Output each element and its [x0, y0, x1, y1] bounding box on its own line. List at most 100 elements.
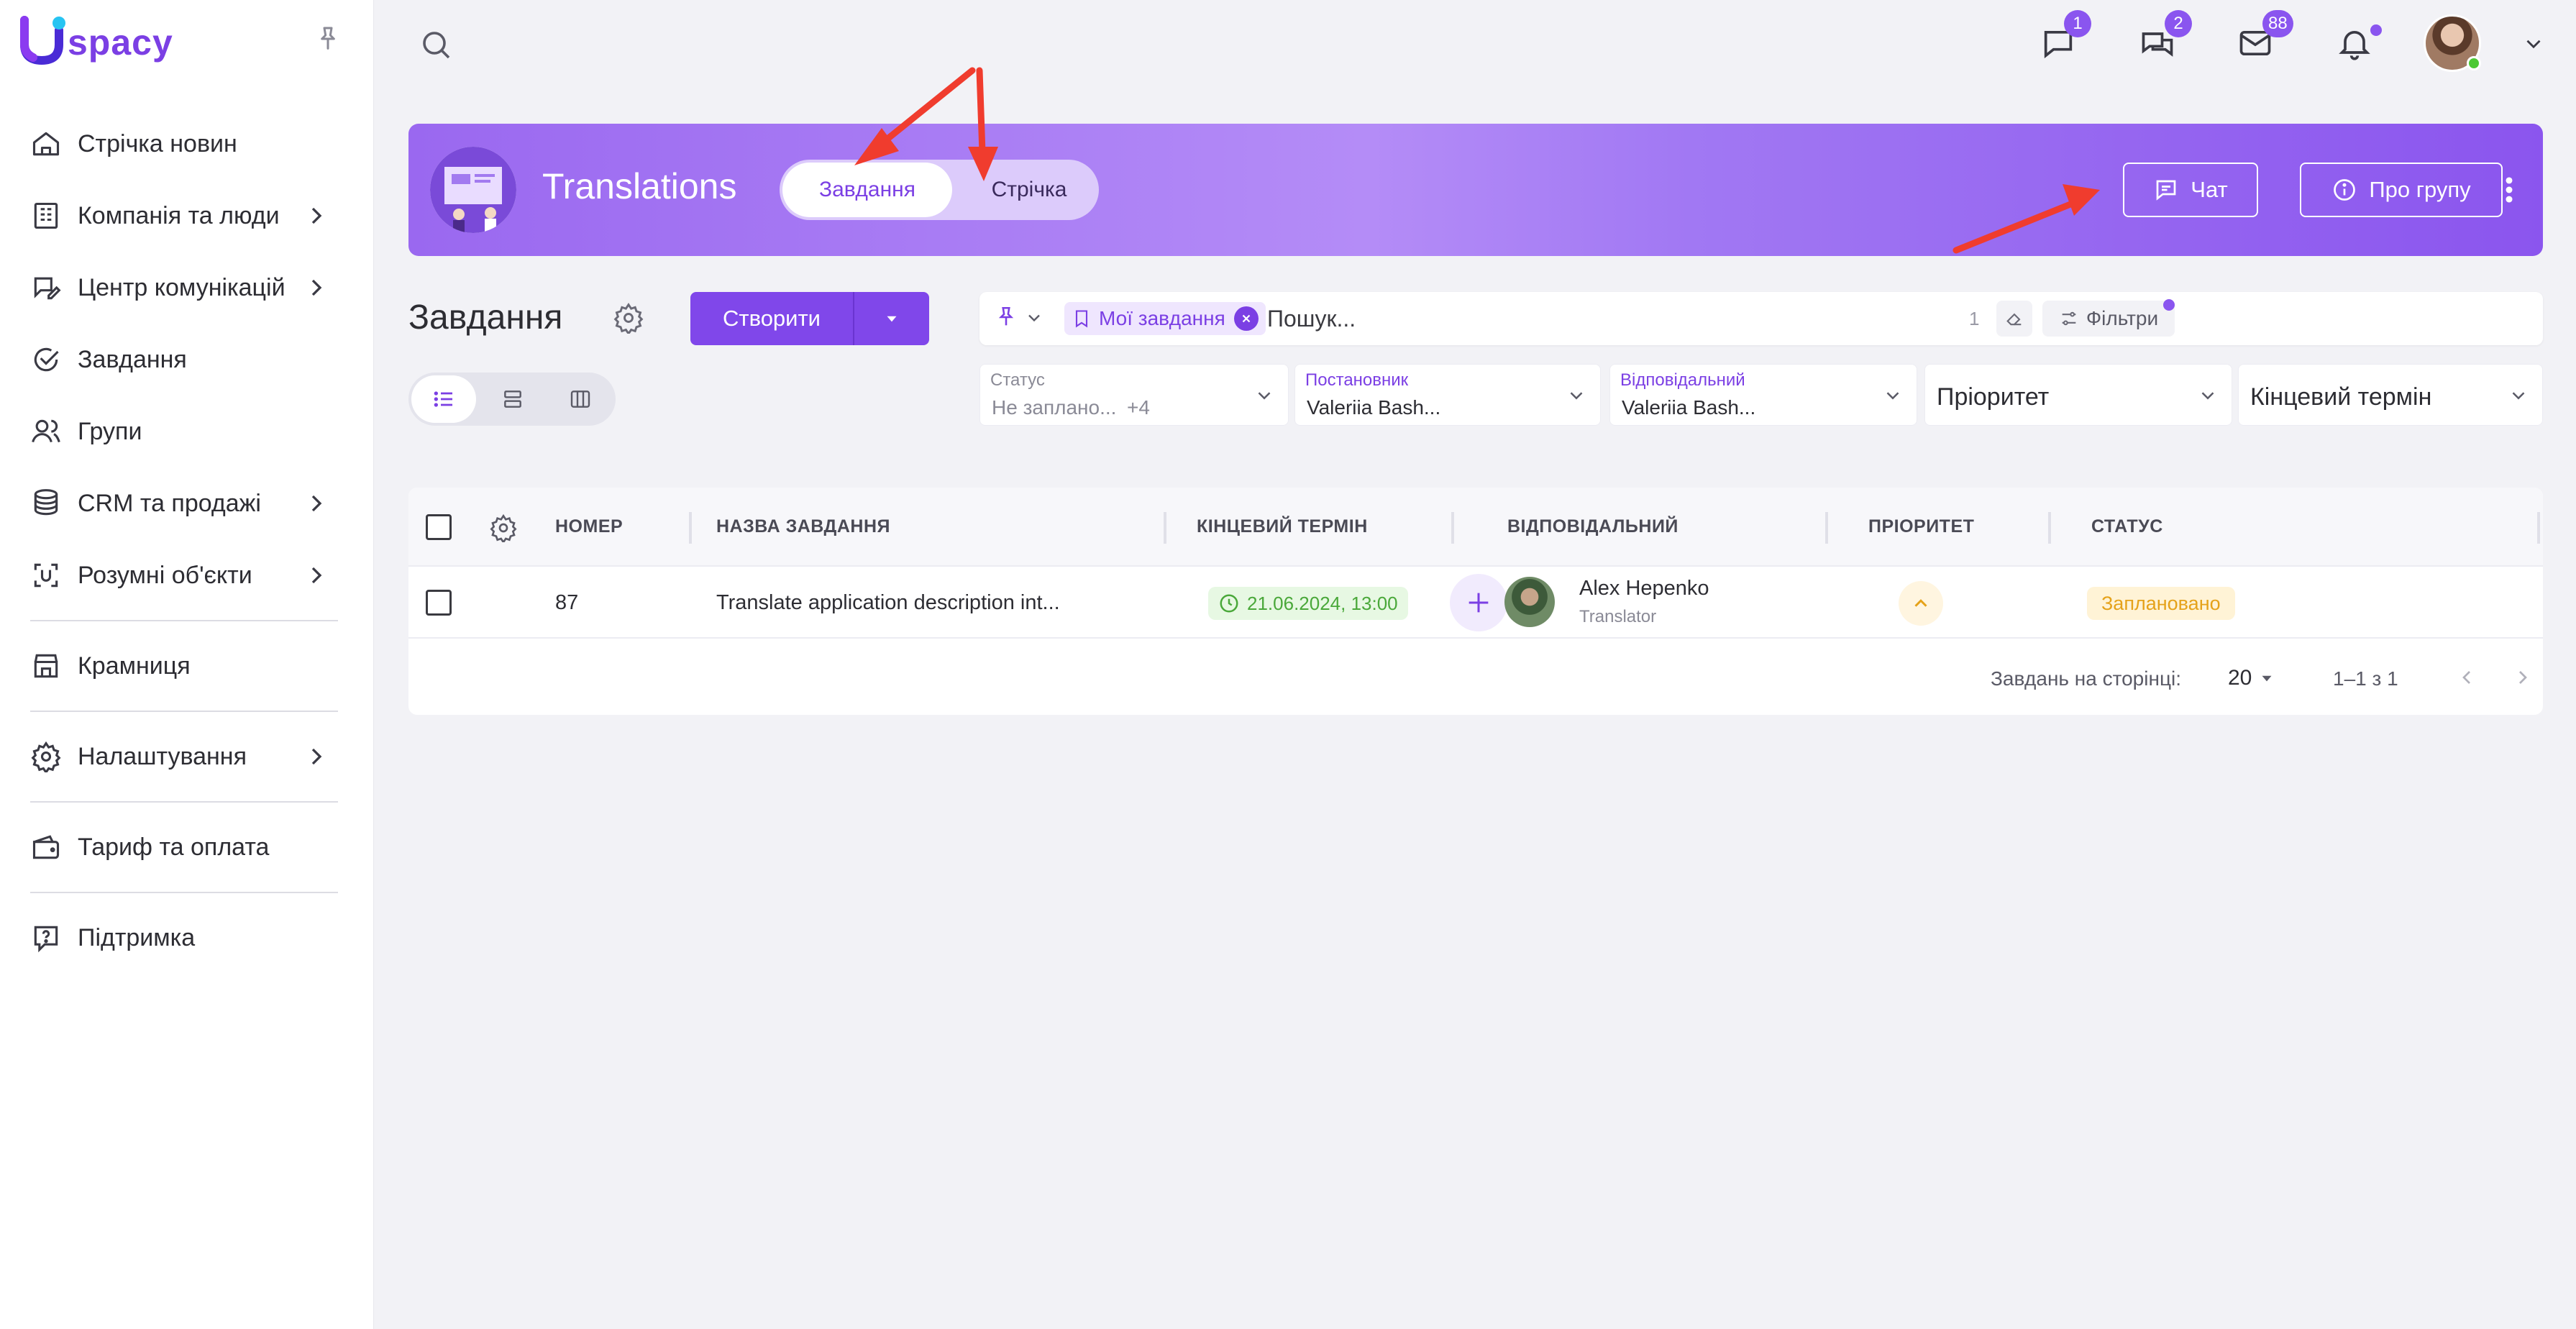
deadline-badge[interactable]: 21.06.2024, 13:00 — [1208, 587, 1408, 620]
column-divider[interactable] — [689, 512, 692, 544]
table-row[interactable]: 87 Translate application description int… — [408, 567, 2543, 639]
header-number[interactable]: НОМЕР — [555, 516, 623, 537]
add-participant-button[interactable] — [1450, 574, 1507, 631]
priority-indicator[interactable] — [1899, 581, 1943, 626]
prev-page-button[interactable] — [2451, 662, 2483, 693]
list-view-button[interactable] — [411, 375, 476, 423]
kanban-view-button[interactable] — [548, 375, 613, 423]
sidebar-item-crm[interactable]: CRM та продажі — [0, 467, 374, 539]
chip-label: Мої завдання — [1099, 307, 1225, 329]
deadline-filter-label: Кінцевий термін — [2250, 383, 2432, 411]
sidebar-item-tasks[interactable]: Завдання — [0, 324, 374, 396]
pin-icon[interactable] — [994, 305, 1018, 329]
sidebar-item-label: Центр комунікацій — [78, 273, 286, 301]
clear-filters-button[interactable] — [1996, 301, 2032, 337]
notifications-dot — [2370, 24, 2382, 36]
sidebar-nav: Стрічка новин Компанія та люди Центр ком… — [0, 108, 374, 974]
logo-text: spacy — [68, 22, 173, 63]
sidebar-item-groups[interactable]: Групи — [0, 396, 374, 467]
status-badge[interactable]: Заплановано — [2087, 587, 2235, 620]
header-status[interactable]: СТАТУС — [2091, 516, 2163, 537]
sidebar-item-store[interactable]: Крамниця — [0, 630, 374, 702]
chevron-right-icon — [2519, 671, 2527, 684]
task-search-bar: Мої завдання 1 Фільтри — [979, 292, 2543, 345]
create-button-label[interactable]: Створити — [690, 292, 854, 345]
sidebar-item-settings[interactable]: Налаштування — [0, 721, 374, 793]
assignee-filter[interactable]: Відповідальний Valeriia Bash... — [1609, 364, 1917, 426]
cards-view-button[interactable] — [480, 375, 545, 423]
pin-sidebar-icon[interactable] — [314, 24, 342, 53]
tab-tasks[interactable]: Завдання — [782, 163, 952, 217]
assignee-avatar[interactable] — [1504, 577, 1555, 627]
author-filter[interactable]: Постановник Valeriia Bash... — [1294, 364, 1601, 426]
tab-feed[interactable]: Стрічка — [968, 163, 1090, 217]
chevron-down-icon — [2512, 392, 2525, 400]
assignee-filter-label: Відповідальний — [1620, 370, 1745, 390]
info-icon — [2334, 179, 2356, 201]
chat-icon — [2156, 180, 2176, 201]
gear-icon — [31, 741, 61, 772]
logo-mark-icon — [20, 16, 66, 66]
per-page-label: Завдань на сторінці: — [1991, 667, 2181, 690]
sidebar-item-billing[interactable]: Тариф та оплата — [0, 811, 374, 883]
column-settings-icon[interactable] — [489, 513, 518, 542]
sidebar: spacy Стрічка новин Компанія та люди Цен… — [0, 0, 374, 1329]
bell-icon[interactable] — [2336, 24, 2373, 62]
my-tasks-chip[interactable]: Мої завдання — [1064, 302, 1266, 335]
chevron-right-icon — [311, 748, 322, 765]
status-filter[interactable]: Статус Не заплано... +4 — [979, 364, 1289, 426]
sidebar-item-communications[interactable]: Центр комунікацій — [0, 252, 374, 324]
filters-label: Фільтри — [2086, 307, 2159, 329]
sidebar-divider — [30, 711, 338, 712]
chip-remove-button[interactable] — [1233, 306, 1259, 331]
search-icon[interactable] — [419, 27, 453, 62]
chevron-down-icon — [1570, 392, 1583, 400]
chevron-right-icon — [311, 279, 322, 296]
task-name[interactable]: Translate application description int... — [716, 591, 1060, 615]
deadline-filter[interactable]: Кінцевий термін — [2238, 364, 2543, 426]
row-checkbox[interactable] — [426, 590, 452, 616]
about-group-button[interactable]: Про групу — [2300, 163, 2503, 217]
per-page-value: 20 — [2228, 666, 2252, 690]
group-banner: Translations Завдання Стрічка Чат Про гр… — [408, 124, 2543, 256]
create-dropdown-button[interactable] — [854, 292, 929, 345]
column-divider[interactable] — [2537, 512, 2540, 544]
sidebar-item-label: Компанія та люди — [78, 201, 280, 229]
sidebar-item-support[interactable]: Підтримка — [0, 902, 374, 974]
sidebar-divider — [30, 801, 338, 803]
column-divider[interactable] — [2048, 512, 2051, 544]
column-divider[interactable] — [1451, 512, 1454, 544]
chevron-left-icon — [2462, 671, 2470, 684]
next-page-button[interactable] — [2507, 662, 2539, 693]
header-priority[interactable]: ПРІОРИТЕТ — [1868, 516, 1974, 537]
sidebar-item-news-feed[interactable]: Стрічка новин — [0, 108, 374, 180]
sidebar-item-smart-objects[interactable]: Розумні об'єкти — [0, 539, 374, 611]
header-deadline[interactable]: КІНЦЕВИЙ ТЕРМІН — [1197, 516, 1368, 537]
per-page-select[interactable]: 20 — [2228, 666, 2276, 690]
caret-down-icon — [887, 316, 897, 322]
chevron-down-icon[interactable] — [1024, 308, 1044, 328]
status-filter-extra: +4 — [1127, 396, 1150, 419]
create-button[interactable]: Створити — [690, 292, 929, 345]
more-vertical-icon[interactable] — [2498, 170, 2520, 210]
priority-filter[interactable]: Пріоритет — [1924, 364, 2232, 426]
header-assignee[interactable]: ВІДПОВІДАЛЬНИЙ — [1507, 516, 1678, 537]
sidebar-item-company[interactable]: Компанія та люди — [0, 180, 374, 252]
header-task-name[interactable]: НАЗВА ЗАВДАННЯ — [716, 516, 890, 537]
select-all-checkbox[interactable] — [426, 514, 452, 540]
filters-button[interactable]: Фільтри — [2042, 299, 2175, 337]
column-divider[interactable] — [1825, 512, 1828, 544]
chat-button-label: Чат — [2191, 177, 2228, 202]
chevron-right-icon — [311, 207, 322, 224]
building-icon — [34, 202, 58, 229]
gear-icon[interactable] — [613, 302, 644, 334]
logo[interactable]: spacy — [20, 16, 173, 66]
close-icon — [1242, 314, 1251, 323]
sidebar-item-label: Групи — [78, 417, 142, 445]
group-avatar[interactable] — [430, 147, 516, 233]
store-icon — [34, 654, 58, 678]
chat-button[interactable]: Чат — [2123, 163, 2258, 217]
assignee-name[interactable]: Alex Hepenko — [1579, 577, 1709, 600]
chevron-down-icon[interactable] — [2521, 32, 2546, 56]
column-divider[interactable] — [1164, 512, 1166, 544]
